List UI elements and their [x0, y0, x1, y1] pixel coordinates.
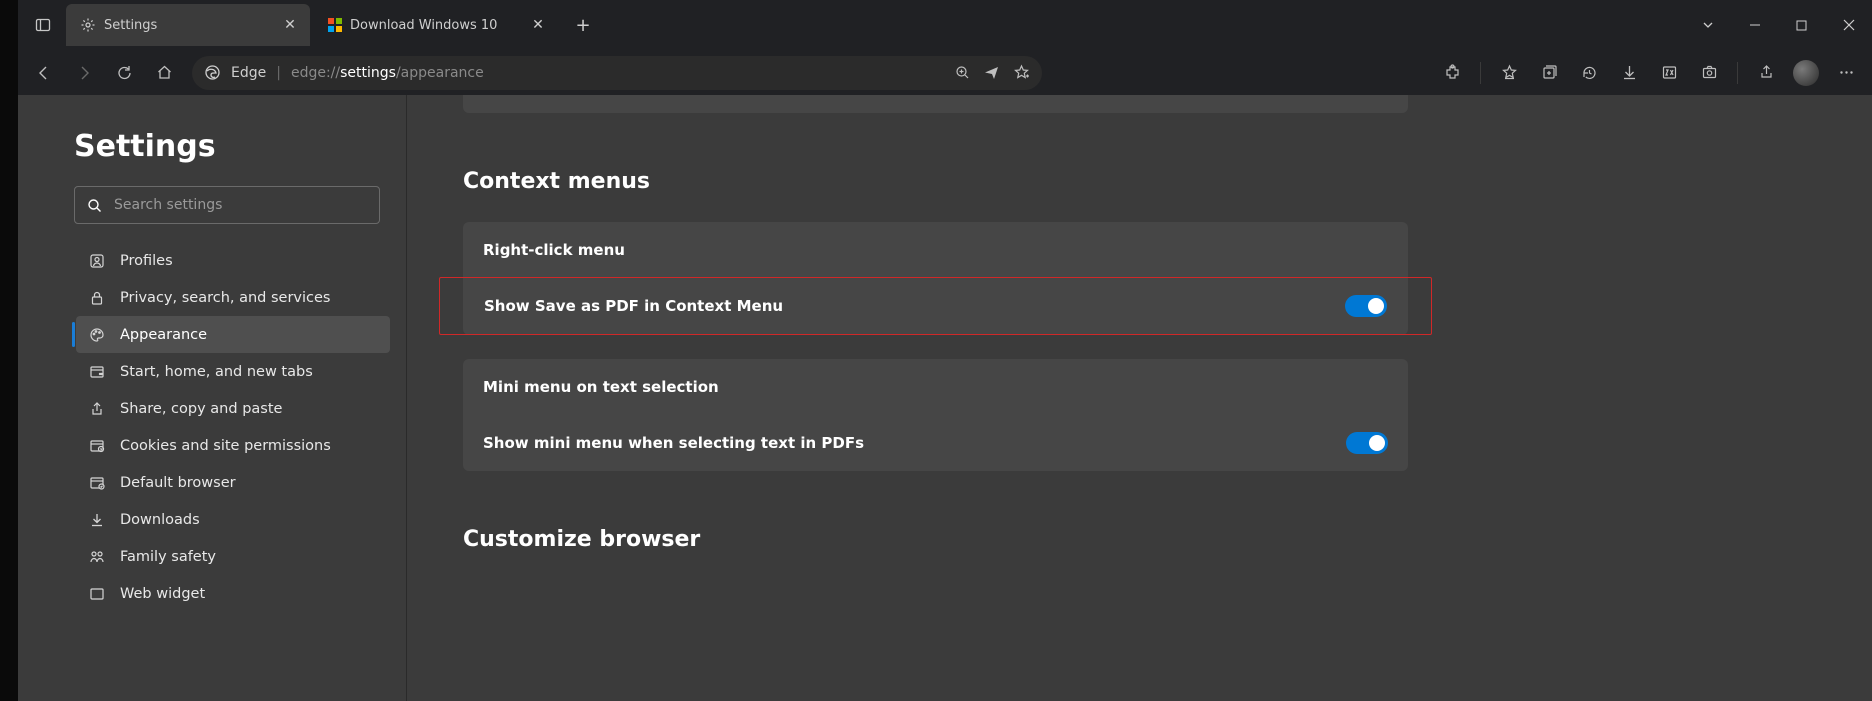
- section-context-menus: Context menus: [463, 169, 1832, 194]
- highlighted-setting: Show Save as PDF in Context Menu: [439, 277, 1432, 335]
- page-content: Settings Profiles Privacy, search, and s…: [18, 95, 1872, 701]
- math-icon[interactable]: [1651, 55, 1687, 91]
- forward-button[interactable]: [66, 55, 102, 91]
- gear-icon: [80, 17, 96, 33]
- history-icon[interactable]: [1571, 55, 1607, 91]
- tab-title: Download Windows 10: [350, 18, 520, 33]
- lock-icon: [88, 290, 106, 306]
- sidebar-item-start[interactable]: Start, home, and new tabs: [76, 353, 390, 390]
- edge-icon: [204, 64, 221, 81]
- section-customize-browser: Customize browser: [463, 527, 1832, 552]
- close-tab-icon[interactable]: ✕: [280, 15, 300, 35]
- toolbar-right: [1434, 55, 1864, 91]
- setting-label: Show Save as PDF in Context Menu: [484, 297, 783, 315]
- sidebar-item-privacy[interactable]: Privacy, search, and services: [76, 279, 390, 316]
- settings-sidebar: Settings Profiles Privacy, search, and s…: [18, 95, 407, 701]
- windows-icon: [328, 18, 342, 32]
- favorites-icon[interactable]: [1491, 55, 1527, 91]
- row-mini-menu-pdf: Show mini menu when selecting text in PD…: [463, 415, 1408, 471]
- sidebar-item-default-browser[interactable]: Default browser: [76, 464, 390, 501]
- sidebar-item-label: Family safety: [120, 549, 216, 565]
- close-button[interactable]: [1825, 8, 1872, 43]
- favorite-icon[interactable]: [1013, 64, 1030, 81]
- search-settings[interactable]: [74, 186, 380, 224]
- family-icon: [88, 549, 106, 565]
- close-tab-icon[interactable]: ✕: [528, 15, 548, 35]
- row-mini-menu-header: Mini menu on text selection: [463, 359, 1408, 415]
- page-title: Settings: [74, 129, 390, 164]
- tab-download-windows[interactable]: Download Windows 10 ✕: [314, 4, 558, 46]
- sidebar-item-web-widget[interactable]: Web widget: [76, 575, 390, 612]
- appearance-icon: [88, 327, 106, 343]
- mini-menu-card: Mini menu on text selection Show mini me…: [463, 359, 1408, 471]
- home-button[interactable]: [146, 55, 182, 91]
- downloads-icon[interactable]: [1611, 55, 1647, 91]
- toolbar: Edge | edge://settings/appearance: [18, 50, 1872, 95]
- context-menu-card: Right-click menu Show Save as PDF in Con…: [463, 222, 1408, 335]
- sidebar-item-label: Downloads: [120, 512, 200, 528]
- separator: |: [276, 65, 281, 81]
- sidebar-item-appearance[interactable]: Appearance: [76, 316, 390, 353]
- address-actions: [955, 64, 1030, 81]
- cookies-icon: [88, 438, 106, 454]
- sidebar-item-label: Web widget: [120, 586, 205, 602]
- window-controls: [1684, 8, 1872, 43]
- tab-bar: Settings ✕ Download Windows 10 ✕ +: [18, 0, 1872, 50]
- browser-icon: [88, 475, 106, 491]
- toggle-mini-menu-pdf[interactable]: [1346, 432, 1388, 454]
- sidebar-item-profiles[interactable]: Profiles: [76, 242, 390, 279]
- tab-actions-button[interactable]: [24, 6, 62, 44]
- share-icon: [88, 401, 106, 417]
- browser-chrome: Settings ✕ Download Windows 10 ✕ + Edge …: [18, 0, 1872, 95]
- sidebar-item-family[interactable]: Family safety: [76, 538, 390, 575]
- row-save-as-pdf: Show Save as PDF in Context Menu: [440, 278, 1431, 334]
- search-icon: [87, 198, 102, 213]
- collections-icon[interactable]: [1531, 55, 1567, 91]
- address-bar[interactable]: Edge | edge://settings/appearance: [192, 56, 1042, 90]
- extensions-icon[interactable]: [1434, 55, 1470, 91]
- profile-icon: [88, 253, 106, 269]
- zoom-icon[interactable]: [955, 65, 970, 80]
- share-icon[interactable]: [1748, 55, 1784, 91]
- sidebar-item-label: Appearance: [120, 327, 207, 343]
- profile-avatar[interactable]: [1788, 55, 1824, 91]
- new-tab-button[interactable]: +: [566, 8, 600, 42]
- screenshot-icon[interactable]: [1691, 55, 1727, 91]
- window-icon: [88, 364, 106, 380]
- sidebar-item-downloads[interactable]: Downloads: [76, 501, 390, 538]
- download-icon: [88, 512, 106, 528]
- sidebar-item-label: Cookies and site permissions: [120, 438, 331, 454]
- chevron-down-icon[interactable]: [1684, 8, 1731, 43]
- settings-content: Context menus Right-click menu Show Save…: [407, 95, 1872, 701]
- sidebar-item-cookies[interactable]: Cookies and site permissions: [76, 427, 390, 464]
- refresh-button[interactable]: [106, 55, 142, 91]
- url-text: edge://settings/appearance: [291, 65, 484, 81]
- maximize-button[interactable]: [1778, 8, 1825, 43]
- widget-icon: [88, 586, 106, 602]
- sidebar-item-label: Privacy, search, and services: [120, 290, 330, 306]
- back-button[interactable]: [26, 55, 62, 91]
- sidebar-item-label: Share, copy and paste: [120, 401, 282, 417]
- setting-label: Show mini menu when selecting text in PD…: [483, 434, 864, 452]
- toggle-save-as-pdf[interactable]: [1345, 295, 1387, 317]
- search-input[interactable]: [114, 197, 367, 213]
- sidebar-item-share[interactable]: Share, copy and paste: [76, 390, 390, 427]
- more-icon[interactable]: [1828, 55, 1864, 91]
- sidebar-item-label: Profiles: [120, 253, 173, 269]
- sidebar-item-label: Start, home, and new tabs: [120, 364, 313, 380]
- sidebar-item-label: Default browser: [120, 475, 236, 491]
- tab-settings[interactable]: Settings ✕: [66, 4, 310, 46]
- send-icon[interactable]: [984, 65, 999, 80]
- previous-card-bottom: [463, 95, 1408, 113]
- brand-label: Edge: [231, 65, 266, 81]
- row-right-click-menu: Right-click menu: [463, 222, 1408, 278]
- tab-title: Settings: [104, 18, 272, 33]
- minimize-button[interactable]: [1731, 8, 1778, 43]
